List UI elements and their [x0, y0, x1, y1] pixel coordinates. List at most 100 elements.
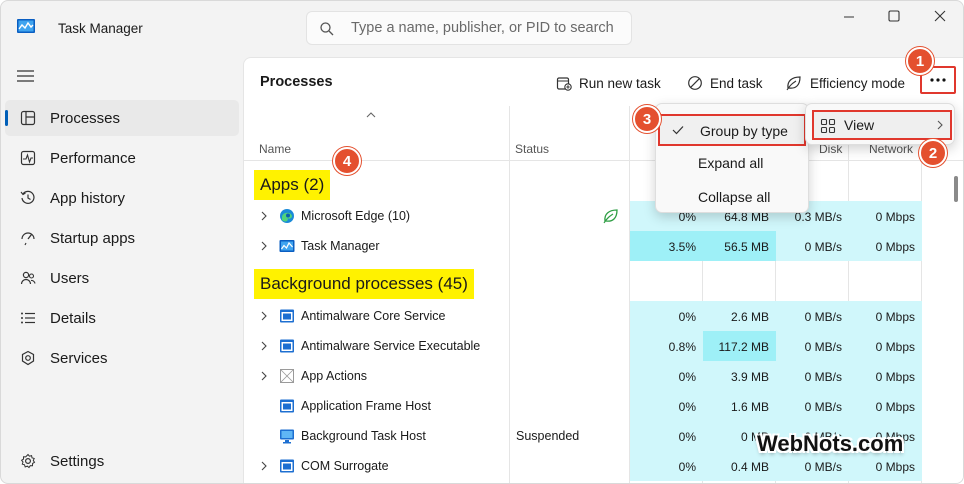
sidebar-item-label: Startup apps [50, 229, 136, 247]
callout-badge: 2 [919, 139, 947, 167]
sidebar-item-label: Performance [50, 149, 136, 167]
network-value: 0 Mbps [849, 361, 922, 391]
efficiency-mode-label: Efficiency mode [810, 75, 906, 91]
checkmark-icon [672, 126, 684, 135]
users-icon [19, 269, 37, 287]
process-name: COM Surrogate [301, 459, 389, 473]
task-manager-icon [279, 240, 295, 252]
group-label-background-processes: Background processes (45) [254, 269, 474, 299]
group-label-apps: Apps (2) [254, 170, 331, 200]
vertical-scrollbar[interactable] [954, 176, 958, 202]
process-name: Task Manager [301, 239, 380, 253]
table-row[interactable]: Antimalware Core Service 0% 2.6 MB 0 MB/… [244, 301, 963, 331]
more-dots-icon [930, 78, 946, 82]
run-new-task-label: Run new task [579, 75, 661, 91]
end-task-button[interactable]: End task [687, 72, 763, 94]
memory-value: 56.5 MB [703, 231, 776, 261]
service-window-icon [280, 309, 294, 323]
table-row[interactable]: Antimalware Service Executable 0.8% 117.… [244, 331, 963, 361]
table-row[interactable]: Microsoft Edge (10) 0% 64.8 MB 0.3 MB/s … [244, 201, 963, 231]
memory-value: 117.2 MB [703, 331, 776, 361]
sidebar-item-settings[interactable]: Settings [5, 443, 239, 479]
network-value: 0 Mbps [849, 201, 922, 231]
background-task-host-icon [280, 429, 294, 444]
memory-value: 3.9 MB [703, 361, 776, 391]
chevron-right-icon[interactable] [260, 210, 268, 222]
task-manager-window: Task Manager Processes [0, 0, 964, 484]
network-value: 0 Mbps [849, 231, 922, 261]
process-name: Microsoft Edge (10) [301, 209, 411, 223]
disk-value: 0 MB/s [776, 391, 849, 421]
startup-apps-icon [19, 229, 37, 247]
menu-item-group-by-type[interactable]: Group by type [658, 114, 806, 146]
cpu-value: 0% [630, 301, 703, 331]
sidebar-item-services[interactable]: Services [5, 340, 239, 376]
table-row[interactable]: Task Manager 3.5% 56.5 MB 0 MB/s 0 Mbps [244, 231, 963, 261]
close-button[interactable] [929, 7, 951, 27]
disk-value: 0 MB/s [776, 331, 849, 361]
menu-item-label: Expand all [698, 155, 764, 171]
disk-value: 0 MB/s [776, 231, 849, 261]
maximize-icon [888, 10, 900, 22]
run-new-task-button[interactable]: Run new task [556, 72, 661, 94]
memory-value: 1.6 MB [703, 391, 776, 421]
menu-item-label: Collapse all [698, 189, 771, 205]
menu-item-label: Group by type [700, 123, 788, 139]
column-header-status[interactable]: Status [515, 142, 549, 156]
service-window-icon [280, 339, 294, 353]
sidebar-item-label: Services [50, 349, 108, 367]
network-value: 0 Mbps [849, 391, 922, 421]
sidebar-item-performance[interactable]: Performance [5, 140, 239, 176]
chevron-right-icon[interactable] [260, 340, 268, 352]
callout-badge: 3 [633, 105, 661, 133]
services-icon [19, 349, 37, 367]
memory-value: 2.6 MB [703, 301, 776, 331]
chevron-right-icon[interactable] [260, 240, 268, 252]
search-input[interactable] [351, 18, 621, 38]
service-window-icon [280, 459, 294, 473]
column-header-name[interactable]: Name [259, 142, 291, 156]
network-value: 0 Mbps [849, 331, 922, 361]
sidebar-item-details[interactable]: Details [5, 300, 239, 336]
cpu-value: 0% [630, 361, 703, 391]
efficiency-leaf-icon [786, 76, 801, 91]
process-name: Antimalware Core Service [301, 309, 446, 323]
cpu-value: 3.5% [630, 231, 703, 261]
efficiency-leaf-icon [603, 209, 618, 224]
performance-icon [19, 149, 37, 167]
sidebar-item-app-history[interactable]: App history [5, 180, 239, 216]
table-row[interactable]: App Actions 0% 3.9 MB 0 MB/s 0 Mbps [244, 361, 963, 391]
sidebar-item-users[interactable]: Users [5, 260, 239, 296]
process-status: Suspended [516, 429, 580, 443]
hamburger-menu-icon[interactable] [17, 69, 35, 83]
sidebar-item-label: Details [50, 309, 96, 327]
chevron-right-icon[interactable] [260, 460, 268, 472]
disk-value: 0 MB/s [776, 361, 849, 391]
menu-item-view[interactable]: View [812, 110, 952, 140]
gear-icon [19, 452, 37, 470]
efficiency-mode-button[interactable]: Efficiency mode [785, 72, 905, 94]
sidebar-item-processes[interactable]: Processes [5, 100, 239, 136]
callout-badge: 1 [906, 47, 934, 75]
search-box[interactable] [306, 11, 632, 45]
minimize-icon [844, 16, 854, 18]
close-icon [934, 10, 946, 22]
table-row[interactable]: Application Frame Host 0% 1.6 MB 0 MB/s … [244, 391, 963, 421]
sidebar-item-label: Users [50, 269, 90, 287]
minimize-button[interactable] [838, 7, 860, 27]
cpu-value: 0% [630, 421, 703, 451]
sidebar-item-label: Settings [50, 452, 105, 470]
page-title: Processes [260, 74, 333, 90]
maximize-button[interactable] [883, 7, 905, 27]
chevron-right-icon[interactable] [260, 370, 268, 382]
menu-item-expand-all[interactable]: Expand all [656, 146, 810, 180]
view-grid-icon [820, 118, 836, 134]
task-manager-logo-icon [17, 19, 35, 33]
sort-ascending-icon[interactable] [366, 111, 376, 119]
edge-icon [280, 209, 294, 223]
menu-item-collapse-all[interactable]: Collapse all [656, 180, 810, 214]
chevron-right-icon[interactable] [260, 310, 268, 322]
sidebar-item-startup-apps[interactable]: Startup apps [5, 220, 239, 256]
more-options-menu: Group by type Expand all Collapse all [655, 103, 809, 213]
generic-app-icon [280, 369, 294, 383]
